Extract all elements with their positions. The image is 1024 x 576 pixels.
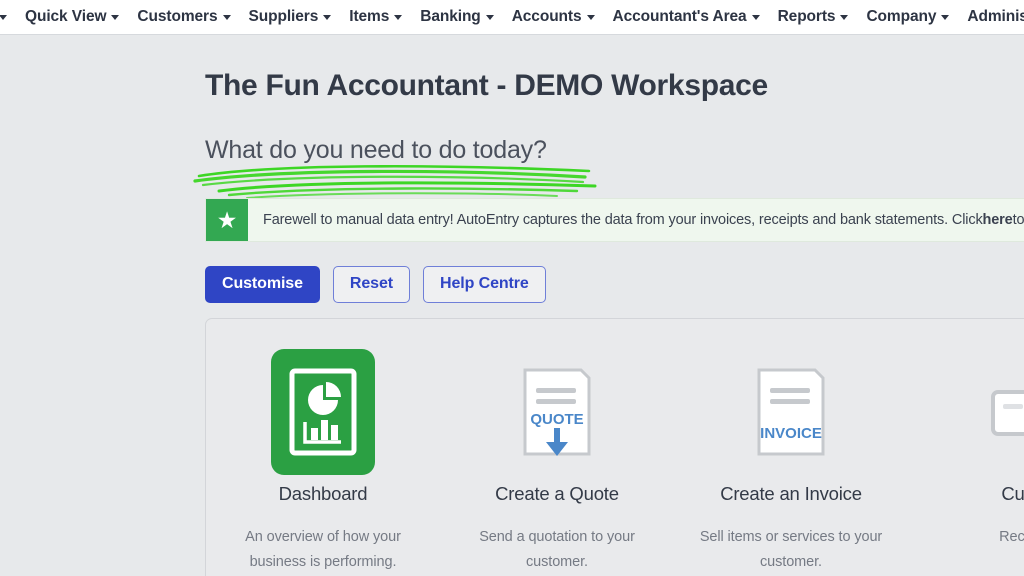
nav-item-label: Customers [137,8,218,25]
nav-item-label: Suppliers [248,8,319,25]
tile-customer-receipt[interactable]: Custo Receive [908,319,1024,574]
tile-icon-wrap [908,347,1024,477]
nav-item-label: Administration [967,8,1024,25]
tile-label: Custo [1001,483,1024,504]
nav-item-label: Accounts [511,8,582,25]
page-body: The Fun Accountant - DEMO Workspace What… [0,36,1024,576]
nav-item-accountants-area[interactable]: Accountant's Area [604,0,769,34]
tile-description: Receive [999,529,1024,545]
reset-button[interactable]: Reset [332,266,410,303]
chevron-down-icon [586,14,595,20]
banner-here-link[interactable]: here [983,212,1013,228]
dashboard-report-icon [271,349,375,475]
shortcut-tiles-list: Dashboard An overview of how your busine… [206,319,1024,574]
tile-create-an-invoice[interactable]: INVOICE Create an Invoice Sell items or … [674,319,908,574]
chevron-down-icon [0,14,7,20]
chevron-down-icon [222,14,231,20]
tile-description: Send a quotation to your customer. [479,529,635,570]
nav-item-banking[interactable]: Banking [411,0,502,34]
chevron-down-icon [111,14,120,20]
nav-item-clipped[interactable] [0,0,16,34]
tile-icon-wrap [206,347,440,477]
nav-item-label: Banking [420,8,481,25]
quote-document-icon: QUOTE [523,368,591,456]
chevron-down-icon [941,14,950,20]
app-screen: Quick View Customers Suppliers Items Ban… [0,0,1024,576]
chevron-down-icon [751,14,760,20]
customer-receipt-icon [991,390,1024,436]
chevron-down-icon [840,14,849,20]
tile-label: Create an Invoice [720,483,862,504]
action-button-row: Customise Reset Help Centre [205,266,546,303]
help-centre-button[interactable]: Help Centre [423,266,546,303]
star-icon: ★ [206,199,248,241]
chevron-down-icon [485,14,494,20]
nav-item-reports[interactable]: Reports [769,0,858,34]
invoice-document-icon: INVOICE [757,368,825,456]
tile-label: Dashboard [278,483,368,504]
tile-icon-wrap: QUOTE [440,347,674,477]
chevron-down-icon [323,14,332,20]
shortcut-tiles-panel: Dashboard An overview of how your busine… [205,318,1024,576]
nav-item-customers[interactable]: Customers [128,0,239,34]
nav-item-label: Reports [777,8,836,25]
nav-item-label: Quick View [25,8,107,25]
customise-button[interactable]: Customise [205,266,320,303]
tile-description: Sell items or services to your customer. [699,529,883,570]
nav-item-label: Accountant's Area [612,8,747,25]
tile-create-a-quote[interactable]: QUOTE Create a Quote Send a quotation to… [440,319,674,574]
nav-item-suppliers[interactable]: Suppliers [240,0,341,34]
banner-text: Farewell to manual data entry! AutoEntry… [248,199,1024,241]
nav-item-accounts[interactable]: Accounts [503,0,604,34]
nav-item-items[interactable]: Items [340,0,411,34]
tile-label: Create a Quote [495,483,619,504]
banner-text-after: to get s [1012,212,1024,228]
nav-item-label: Company [866,8,937,25]
invoice-icon-text: INVOICE [760,425,822,442]
nav-item-quick-view[interactable]: Quick View [16,0,128,34]
tile-dashboard[interactable]: Dashboard An overview of how your busine… [206,319,440,574]
main-navigation-bar: Quick View Customers Suppliers Items Ban… [0,0,1024,35]
nav-item-company[interactable]: Company [857,0,958,34]
page-title: The Fun Accountant - DEMO Workspace [205,69,768,102]
nav-item-administration[interactable]: Administration [958,0,1024,34]
chevron-down-icon [394,14,403,20]
tile-icon-wrap: INVOICE [674,347,908,477]
banner-text-before: Farewell to manual data entry! AutoEntry… [263,212,983,228]
page-subtitle: What do you need to do today? [205,136,547,164]
nav-item-label: Items [349,8,390,25]
autoentry-notification-banner[interactable]: ★ Farewell to manual data entry! AutoEnt… [205,198,1024,242]
quote-icon-text: QUOTE [530,411,583,428]
tile-description: An overview of how your business is perf… [245,529,401,570]
